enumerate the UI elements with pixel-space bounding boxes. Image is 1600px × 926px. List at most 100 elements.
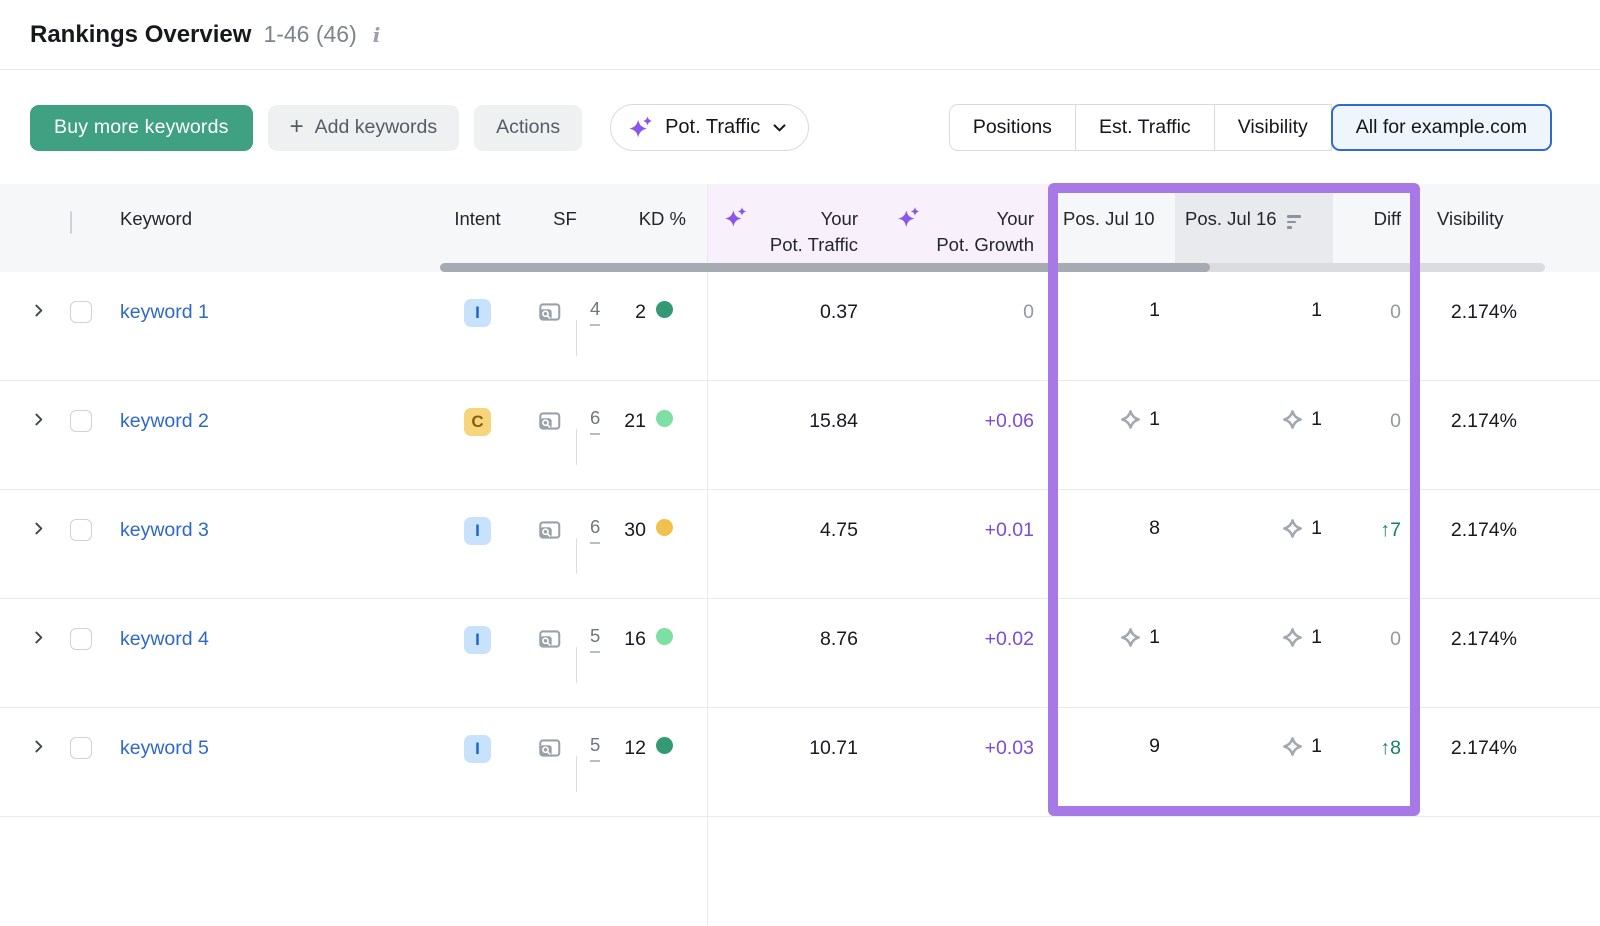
pot-growth-header-line1: Your [997, 208, 1034, 229]
kd-value: 30 [624, 519, 646, 542]
visibility-value: 2.174% [1451, 410, 1517, 433]
pos-jul10-cell: 1 [1048, 599, 1175, 707]
column-header-intent[interactable]: Intent [435, 184, 520, 272]
pot-growth-value: 0 [1023, 301, 1034, 324]
expand-row-button[interactable] [30, 302, 47, 319]
tab-est-traffic[interactable]: Est. Traffic [1075, 104, 1215, 151]
pot-traffic-value: 10.71 [809, 737, 858, 760]
pot-traffic-value: 8.76 [820, 628, 858, 651]
pot-growth-header-line2: Pot. Growth [936, 234, 1034, 255]
pot-traffic-value: 4.75 [820, 519, 858, 542]
intent-badge[interactable]: I [464, 299, 491, 327]
column-header-sf[interactable]: SF [520, 184, 610, 272]
keyword-link[interactable]: keyword 4 [120, 628, 209, 651]
metric-dropdown[interactable]: Pot. Traffic [610, 104, 809, 151]
chevron-right-icon [30, 411, 47, 428]
expand-row-button[interactable] [30, 738, 47, 755]
column-header-pos-jul16[interactable]: Pos. Jul 16 [1175, 184, 1333, 272]
row-checkbox[interactable] [70, 410, 92, 432]
tab-positions[interactable]: Positions [949, 104, 1076, 151]
pos-jul16-cell: 1 [1175, 490, 1333, 598]
visibility-value: 2.174% [1451, 301, 1517, 324]
result-range: 1-46 (46) [263, 21, 356, 48]
sf-divider [576, 647, 577, 683]
chevron-right-icon [30, 738, 47, 755]
row-checkbox[interactable] [70, 301, 92, 323]
row-checkbox[interactable] [70, 628, 92, 650]
ai-sparkles-icon [896, 206, 921, 230]
serp-feature-icon [1281, 408, 1304, 431]
serp-feature-icon [1119, 626, 1142, 649]
pos-jul10-cell: 1 [1048, 381, 1175, 489]
table-row: keyword 2 C 6 21 15.84 +0.06 [0, 381, 1600, 490]
expand-row-button[interactable] [30, 520, 47, 537]
keyword-link[interactable]: keyword 1 [120, 301, 209, 324]
expand-row-button[interactable] [30, 629, 47, 646]
tab-visibility[interactable]: Visibility [1214, 104, 1332, 151]
expand-row-button[interactable] [30, 411, 47, 428]
column-header-kd[interactable]: KD % [610, 184, 707, 272]
column-header-pot-traffic[interactable]: Your Pot. Traffic [707, 184, 880, 272]
pos-jul10-value: 9 [1149, 735, 1160, 758]
row-checkbox[interactable] [70, 737, 92, 759]
select-all-checkbox[interactable] [70, 211, 72, 234]
visibility-value: 2.174% [1451, 628, 1517, 651]
column-header-diff[interactable]: Diff [1333, 184, 1419, 272]
pos-jul16-cell: 1 [1175, 708, 1333, 816]
pos-jul16-value: 1 [1311, 626, 1322, 649]
pos-jul16-value: 1 [1311, 735, 1322, 758]
keyword-link[interactable]: keyword 3 [120, 519, 209, 542]
diff-value: ↑8 [1380, 737, 1401, 760]
sf-count[interactable]: 5 [590, 735, 600, 762]
sf-count[interactable]: 6 [590, 517, 600, 544]
column-header-visibility[interactable]: Visibility [1419, 184, 1545, 272]
intent-badge[interactable]: I [464, 517, 491, 545]
keyword-link[interactable]: keyword 5 [120, 737, 209, 760]
sf-count[interactable]: 4 [590, 299, 600, 326]
info-icon[interactable]: i [373, 23, 381, 47]
sf-divider [576, 756, 577, 792]
table-row: keyword 5 I 5 12 10.71 +0.03 [0, 708, 1600, 817]
pos-jul10-cell: 8 [1048, 490, 1175, 598]
serp-features-icon [536, 408, 563, 434]
add-keywords-button[interactable]: + Add keywords [268, 105, 460, 151]
actions-button[interactable]: Actions [474, 105, 582, 151]
sf-count[interactable]: 6 [590, 408, 600, 435]
table-header-row: Keyword Intent SF KD % Your Pot. Traffic… [0, 184, 1600, 272]
column-header-keyword[interactable]: Keyword [105, 184, 435, 272]
pos-jul10-cell: 1 [1048, 272, 1175, 380]
column-header-pot-growth[interactable]: Your Pot. Growth [880, 184, 1048, 272]
serp-features-icon [536, 735, 563, 761]
horizontal-scrollbar-thumb[interactable] [440, 263, 1210, 272]
pot-growth-value: +0.01 [985, 519, 1034, 542]
serp-features-icon [536, 299, 563, 325]
pot-traffic-header-line2: Pot. Traffic [770, 234, 858, 255]
pos-jul16-value: 1 [1311, 408, 1322, 431]
column-header-pos-jul10[interactable]: Pos. Jul 10 [1048, 184, 1175, 272]
keyword-link[interactable]: keyword 2 [120, 410, 209, 433]
buy-more-keywords-button[interactable]: Buy more keywords [30, 105, 253, 151]
intent-badge[interactable]: I [464, 626, 491, 654]
intent-badge[interactable]: C [464, 408, 491, 436]
metric-dropdown-label: Pot. Traffic [665, 116, 760, 139]
tab-all-for-domain[interactable]: All for example.com [1331, 104, 1552, 151]
pos-jul16-cell: 1 [1175, 381, 1333, 489]
kd-value: 16 [624, 628, 646, 651]
kd-dot [656, 410, 673, 427]
plus-icon: + [290, 115, 304, 139]
intent-badge[interactable]: I [464, 735, 491, 763]
chevron-right-icon [30, 520, 47, 537]
pos-jul16-header-label: Pos. Jul 16 [1185, 206, 1277, 232]
pos-jul10-cell: 9 [1048, 708, 1175, 816]
fixed-column-divider [707, 184, 708, 926]
toolbar: Buy more keywords + Add keywords Actions… [0, 70, 1600, 151]
diff-value: ↑7 [1380, 519, 1401, 542]
pot-growth-value: +0.06 [985, 410, 1034, 433]
pot-traffic-value: 0.37 [820, 301, 858, 324]
pos-jul10-value: 1 [1149, 408, 1160, 431]
row-checkbox[interactable] [70, 519, 92, 541]
serp-features-icon [536, 517, 563, 543]
horizontal-scrollbar-track[interactable] [440, 263, 1545, 272]
ai-sparkles-icon [627, 115, 654, 141]
sf-count[interactable]: 5 [590, 626, 600, 653]
